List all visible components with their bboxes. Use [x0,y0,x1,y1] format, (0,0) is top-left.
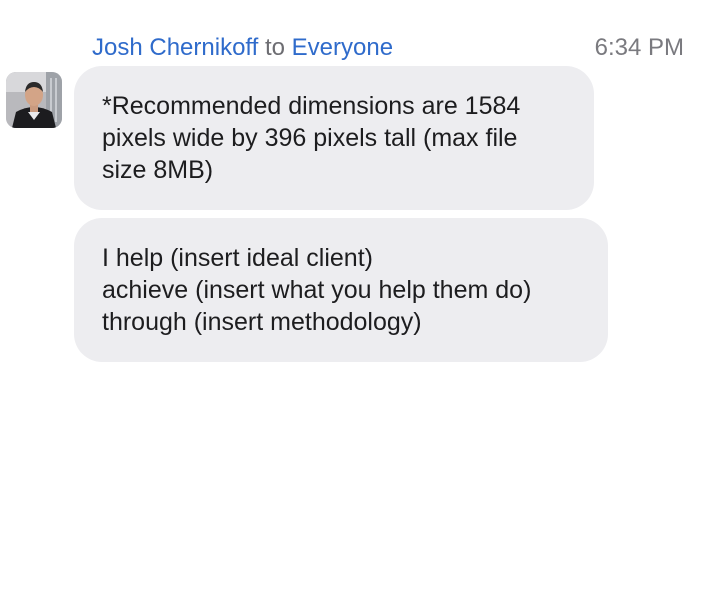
chat-message: Josh Chernikoff to Everyone 6:34 PM *Rec… [0,0,716,616]
sender-name[interactable]: Josh Chernikoff [92,34,258,61]
message-bubble: I help (insert ideal client) achieve (in… [74,218,608,362]
to-label: to [264,34,285,61]
message-line: I help (insert ideal client) [102,244,373,272]
message-line: achieve (insert what you help them do) [102,276,532,304]
message-line: *Recommended dimensions are 1584 [102,92,521,120]
message-line: pixels wide by 396 pixels tall (max file [102,124,518,152]
message-timestamp: 6:34 PM [594,34,684,61]
message-line: size 8MB) [102,156,214,184]
user-photo-icon [6,72,62,128]
message-line: through (insert methodology) [102,308,422,336]
message-bubble: *Recommended dimensions are 1584 pixels … [74,66,594,210]
recipient-name[interactable]: Everyone [292,34,393,61]
avatar[interactable] [6,72,62,128]
message-header: Josh Chernikoff to Everyone 6:34 PM [92,32,684,64]
